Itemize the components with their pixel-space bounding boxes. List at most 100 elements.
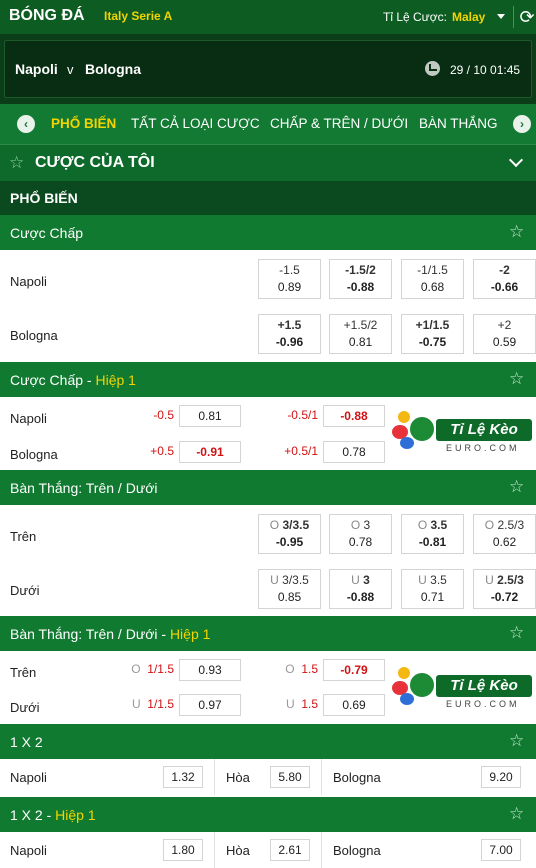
odds-cell[interactable]: 0.81 bbox=[179, 405, 241, 427]
watermark-logo: Tỉ Lệ Kèo EURO.COM bbox=[388, 663, 534, 711]
section-title: 1 X 2 - Hiệp 1 bbox=[10, 807, 96, 823]
handicap-rows: Napoli -1.5 0.89 -1.5/2 -0.88 -1/1.5 0.68 -… bbox=[0, 250, 536, 360]
section-over-under[interactable]: Bàn Thắng: Trên / Dưới ☆ bbox=[0, 470, 536, 505]
odds-cell[interactable]: +1.5/2 0.81 bbox=[329, 314, 392, 354]
1x2-h1-row: Napoli 1.80 Hòa 2.61 Bologna 7.00 bbox=[0, 832, 536, 868]
league-link[interactable]: Italy Serie A bbox=[104, 9, 172, 23]
odds-format-label: Tỉ Lệ Cược: bbox=[383, 10, 447, 24]
odds-cell[interactable]: O 3/3.5 -0.95 bbox=[258, 514, 321, 554]
tab-all-bets[interactable]: TẤT CẢ LOẠI CƯỢC bbox=[131, 116, 260, 131]
row-label: Dưới bbox=[10, 583, 40, 598]
section-1x2-h1[interactable]: 1 X 2 - Hiệp 1 ☆ bbox=[0, 797, 536, 832]
odds-cell[interactable]: 1.32 bbox=[163, 766, 203, 788]
home-team: Napoli bbox=[15, 61, 58, 77]
ou-line: 1.5 bbox=[301, 662, 318, 676]
chevron-down-icon[interactable] bbox=[508, 152, 524, 168]
odds-cell[interactable]: 9.20 bbox=[481, 766, 521, 788]
odds-cell[interactable]: -1.5/2 -0.88 bbox=[329, 259, 392, 299]
clock-icon bbox=[425, 61, 440, 76]
match-banner: Napoli v Bologna 29 / 10 01:45 bbox=[0, 34, 536, 104]
odds-cell[interactable]: +2 0.59 bbox=[473, 314, 536, 354]
handicap-h1-rows: Napoli -0.5 0.81 -0.5/1 -0.88 Bologna +0… bbox=[0, 397, 536, 469]
handicap-line: -0.5 bbox=[153, 408, 174, 422]
odds-cell[interactable]: U 2.5/3 -0.72 bbox=[473, 569, 536, 609]
handicap-line: -0.5/1 bbox=[287, 408, 318, 422]
team-name: Bologna bbox=[10, 328, 58, 343]
ou-line: 1/1.5 bbox=[147, 662, 174, 676]
my-bets-header[interactable]: ☆ CƯỢC CỦA TÔI bbox=[0, 144, 536, 181]
star-icon: ☆ bbox=[9, 153, 25, 172]
section-over-under-h1[interactable]: Bàn Thắng: Trên / Dưới - Hiệp 1 ☆ bbox=[0, 616, 536, 651]
top-bar: BÓNG ĐÁ Italy Serie A Tỉ Lệ Cược: Malay … bbox=[0, 0, 536, 34]
odds-cell[interactable]: 0.97 bbox=[179, 694, 241, 716]
section-title: 1 X 2 bbox=[10, 734, 43, 750]
odds-cell[interactable]: U 3 -0.88 bbox=[329, 569, 392, 609]
team-name: Napoli bbox=[10, 274, 47, 289]
team-name: Napoli bbox=[10, 843, 47, 858]
star-icon[interactable]: ☆ bbox=[509, 369, 524, 389]
odds-cell[interactable]: O 3 0.78 bbox=[329, 514, 392, 554]
odds-cell[interactable]: 2.61 bbox=[270, 839, 310, 861]
section-title: Cược Chấp - Hiệp 1 bbox=[10, 372, 136, 388]
odds-cell[interactable]: O 2.5/3 0.62 bbox=[473, 514, 536, 554]
vs-label: v bbox=[67, 62, 74, 77]
section-title: Bàn Thắng: Trên / Dưới - Hiệp 1 bbox=[10, 626, 211, 642]
team-name: Napoli bbox=[10, 770, 47, 785]
star-icon[interactable]: ☆ bbox=[509, 804, 524, 824]
section-1x2[interactable]: 1 X 2 ☆ bbox=[0, 724, 536, 759]
odds-cell[interactable]: +1.5 -0.96 bbox=[258, 314, 321, 354]
star-icon[interactable]: ☆ bbox=[509, 623, 524, 643]
section-title: Bàn Thắng: Trên / Dưới bbox=[10, 480, 158, 496]
1x2-row: Napoli 1.32 Hòa 5.80 Bologna 9.20 bbox=[0, 759, 536, 795]
chevron-left-icon[interactable]: ‹ bbox=[17, 115, 35, 133]
handicap-line: +0.5 bbox=[150, 444, 174, 458]
refresh-icon[interactable]: ⟳ bbox=[518, 6, 536, 28]
odds-cell[interactable]: 0.69 bbox=[323, 694, 385, 716]
odds-cell[interactable]: -0.91 bbox=[179, 441, 241, 463]
chevron-down-icon[interactable] bbox=[497, 14, 505, 19]
over-under-h1-rows: Trên O 1/1.5 0.93 O 1.5 -0.79 Dưới U 1/1… bbox=[0, 651, 536, 723]
tab-popular[interactable]: PHỔ BIẾN bbox=[51, 116, 116, 131]
odds-cell[interactable]: 1.80 bbox=[163, 839, 203, 861]
draw-label: Hòa bbox=[226, 843, 250, 858]
odds-cell[interactable]: U 3/3.5 0.85 bbox=[258, 569, 321, 609]
star-icon[interactable]: ☆ bbox=[509, 477, 524, 497]
draw-label: Hòa bbox=[226, 770, 250, 785]
brand-title: BÓNG ĐÁ bbox=[9, 7, 85, 24]
odds-format-select[interactable]: Malay bbox=[452, 10, 485, 24]
odds-cell[interactable]: 0.93 bbox=[179, 659, 241, 681]
odds-cell[interactable]: 0.78 bbox=[323, 441, 385, 463]
odds-cell[interactable]: 7.00 bbox=[481, 839, 521, 861]
odds-cell[interactable]: O 3.5 -0.81 bbox=[401, 514, 464, 554]
team-name: Bologna bbox=[333, 843, 381, 858]
odds-cell[interactable]: +1/1.5 -0.75 bbox=[401, 314, 464, 354]
divider bbox=[513, 6, 514, 28]
odds-cell[interactable]: 5.80 bbox=[270, 766, 310, 788]
odds-cell[interactable]: -0.88 bbox=[323, 405, 385, 427]
popular-heading: PHỔ BIẾN bbox=[0, 181, 536, 215]
handicap-line: +0.5/1 bbox=[284, 444, 318, 458]
odds-cell[interactable]: -0.79 bbox=[323, 659, 385, 681]
team-name: Bologna bbox=[333, 770, 381, 785]
match-datetime: 29 / 10 01:45 bbox=[450, 63, 521, 77]
team-name: Bologna bbox=[10, 447, 58, 462]
watermark-logo: Tỉ Lệ Kèo EURO.COM bbox=[388, 407, 534, 455]
my-bets-title: CƯỢC CỦA TÔI bbox=[35, 154, 155, 171]
tab-handicap-ou[interactable]: CHẤP & TRÊN / DƯỚI bbox=[270, 116, 408, 131]
chevron-right-icon[interactable]: › bbox=[513, 115, 531, 133]
odds-cell[interactable]: U 3.5 0.71 bbox=[401, 569, 464, 609]
odds-cell[interactable]: -1/1.5 0.68 bbox=[401, 259, 464, 299]
section-handicap[interactable]: Cược Chấp ☆ bbox=[0, 215, 536, 250]
odds-cell[interactable]: -1.5 0.89 bbox=[258, 259, 321, 299]
match-info: Napoli v Bologna 29 / 10 01:45 bbox=[4, 40, 532, 98]
tab-goals[interactable]: BÀN THẮNG bbox=[419, 116, 498, 131]
star-icon[interactable]: ☆ bbox=[509, 222, 524, 242]
away-team: Bologna bbox=[85, 61, 141, 77]
odds-cell[interactable]: -2 -0.66 bbox=[473, 259, 536, 299]
ou-line: 1/1.5 bbox=[147, 697, 174, 711]
row-label: Trên bbox=[10, 529, 37, 544]
star-icon[interactable]: ☆ bbox=[509, 731, 524, 751]
section-handicap-h1[interactable]: Cược Chấp - Hiệp 1 ☆ bbox=[0, 362, 536, 397]
row-label: Trên bbox=[10, 665, 37, 680]
team-name: Napoli bbox=[10, 411, 47, 426]
